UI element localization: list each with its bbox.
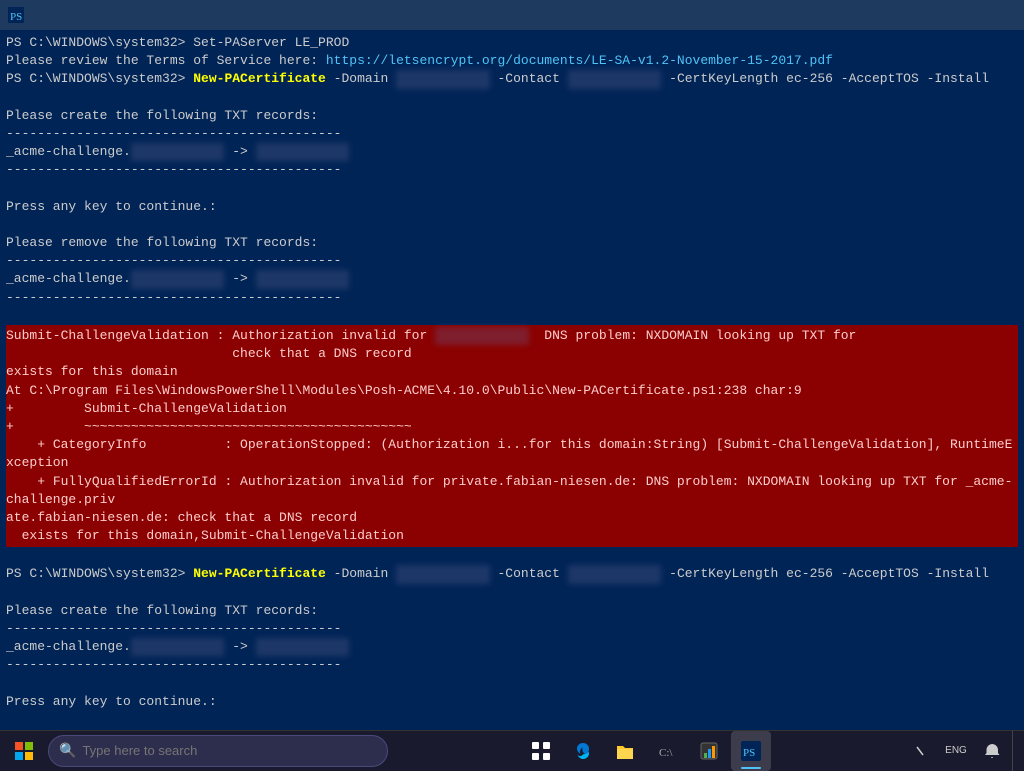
blank-line <box>6 180 1018 198</box>
output-line: Press any key to continue.: <box>6 198 1018 216</box>
start-button[interactable] <box>4 731 44 771</box>
edge-button[interactable] <box>563 731 603 771</box>
blank-line <box>6 216 1018 234</box>
blank-line <box>6 711 1018 729</box>
output-line: ----------------------------------------… <box>6 125 1018 143</box>
file-explorer-button[interactable] <box>605 731 645 771</box>
output-line: ----------------------------------------… <box>6 620 1018 638</box>
search-icon: 🔍 <box>59 742 76 759</box>
output-line: ----------------------------------------… <box>6 289 1018 307</box>
prompt-line: PS C:\WINDOWS\system32> Set-PAServer LE_… <box>6 34 1018 52</box>
output-line: _acme-challenge. -> <box>6 143 1018 161</box>
output-line: _acme-challenge. -> <box>6 270 1018 288</box>
command-line: PS C:\WINDOWS\system32> New-PACertificat… <box>6 70 1018 88</box>
taskbar-icons: C:\ PS <box>392 731 900 771</box>
terminal-output: PS C:\WINDOWS\system32> Set-PAServer LE_… <box>0 30 1024 730</box>
output-line: _acme-challenge. -> <box>6 638 1018 656</box>
command-text: New-PACertificate <box>193 566 326 581</box>
redacted-text <box>396 70 490 88</box>
output-line: ----------------------------------------… <box>6 161 1018 179</box>
prompt-text: PS C:\WINDOWS\system32> <box>6 71 193 86</box>
keyboard-layout-icon[interactable]: ENG <box>940 731 972 771</box>
output-line: Please review the Terms of Service here:… <box>6 52 1018 70</box>
task-view-button[interactable] <box>521 731 561 771</box>
url-text: https://letsencrypt.org/documents/LE-SA-… <box>326 53 833 68</box>
error-line: At C:\Program Files\WindowsPowerShell\Mo… <box>6 382 1018 400</box>
show-desktop-button[interactable] <box>1012 731 1020 771</box>
powershell-taskbar-button[interactable]: PS <box>731 731 771 771</box>
error-line: + CategoryInfo : OperationStopped: (Auth… <box>6 436 1018 472</box>
blank-line <box>6 547 1018 565</box>
show-hidden-icons[interactable] <box>904 731 936 771</box>
blank-line <box>6 89 1018 107</box>
powershell-window-icon: PS <box>8 7 24 23</box>
output-line: Please remove the following TXT records: <box>6 234 1018 252</box>
prompt-text: PS C:\WINDOWS\system32> <box>6 566 193 581</box>
output-line: Please remove the following TXT records: <box>6 729 1018 730</box>
search-input[interactable] <box>82 743 377 758</box>
redacted-text <box>131 638 225 656</box>
error-block: Submit-ChallengeValidation : Authorizati… <box>6 325 1018 547</box>
redacted-text <box>131 143 225 161</box>
error-line: Submit-ChallengeValidation : Authorizati… <box>6 327 1018 345</box>
output-line: Press any key to continue.: <box>6 693 1018 711</box>
svg-text:PS: PS <box>10 11 22 23</box>
param-text: -Domain -Contact -CertKeyLength ec-256 -… <box>326 71 989 86</box>
svg-text:C:\: C:\ <box>659 747 673 759</box>
error-line: + Submit-ChallengeValidation <box>6 400 1018 418</box>
taskbar: 🔍 C:\ <box>0 730 1024 770</box>
blank-line <box>6 675 1018 693</box>
error-line: check that a DNS record <box>6 345 1018 363</box>
output-line: Please create the following TXT records: <box>6 107 1018 125</box>
error-line: ate.fabian-niesen.de: check that a DNS r… <box>6 509 1018 527</box>
blank-line <box>6 307 1018 325</box>
output-line: Please create the following TXT records: <box>6 602 1018 620</box>
notification-icon[interactable] <box>976 731 1008 771</box>
svg-text:PS: PS <box>743 747 755 759</box>
redacted-text <box>396 565 490 583</box>
error-line: exists for this domain,Submit-ChallengeV… <box>6 527 1018 545</box>
prompt-text: PS C:\WINDOWS\system32> Set-PAServer LE_… <box>6 35 349 50</box>
minimize-button[interactable] <box>874 0 920 30</box>
redacted-text <box>435 327 529 345</box>
error-line: + FullyQualifiedErrorId : Authorization … <box>6 473 1018 509</box>
blank-line <box>6 584 1018 602</box>
cmd-button[interactable]: C:\ <box>647 731 687 771</box>
close-button[interactable] <box>970 0 1016 30</box>
output-line: ----------------------------------------… <box>6 656 1018 674</box>
search-bar[interactable]: 🔍 <box>48 735 388 767</box>
redacted-text <box>568 565 662 583</box>
task-manager-button[interactable] <box>689 731 729 771</box>
title-bar: PS <box>0 0 1024 30</box>
error-line: exists for this domain <box>6 363 1018 381</box>
redacted-text <box>256 638 350 656</box>
redacted-text <box>256 143 350 161</box>
window-controls <box>874 0 1016 30</box>
command-text: New-PACertificate <box>193 71 326 86</box>
redacted-text <box>568 70 662 88</box>
restore-button[interactable] <box>922 0 968 30</box>
param-text: -Domain -Contact -CertKeyLength ec-256 -… <box>326 566 989 581</box>
command-line: PS C:\WINDOWS\system32> New-PACertificat… <box>6 565 1018 583</box>
output-line: ----------------------------------------… <box>6 252 1018 270</box>
redacted-text <box>256 270 350 288</box>
system-tray: ENG <box>904 731 1020 771</box>
error-line: + ~~~~~~~~~~~~~~~~~~~~~~~~~~~~~~~~~~~~~~… <box>6 418 1018 436</box>
redacted-text <box>131 270 225 288</box>
